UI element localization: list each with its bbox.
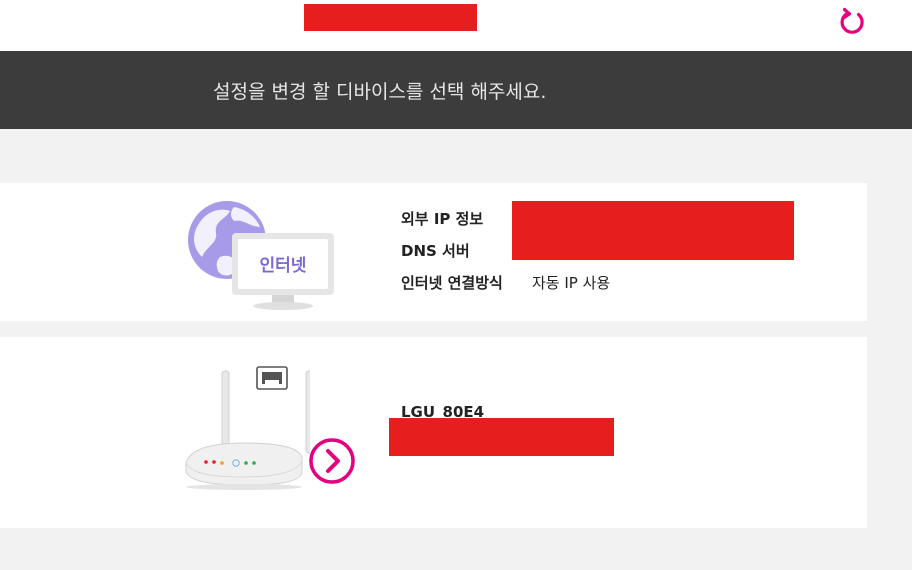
connection-type-value: 자동 IP 사용	[532, 274, 611, 292]
external-ip-row: 외부 IP 정보	[401, 208, 483, 229]
refresh-icon[interactable]	[836, 6, 868, 38]
dns-server-row: DNS 서버	[401, 240, 470, 261]
external-ip-label: 외부 IP 정보	[401, 210, 484, 228]
chevron-right-circle-icon[interactable]	[308, 437, 356, 485]
connection-type-row: 인터넷 연결방식 자동 IP 사용	[401, 272, 610, 293]
redacted-ip-dns	[512, 201, 794, 260]
redacted-title	[304, 4, 477, 31]
instruction-banner: 설정을 변경 할 디바이스를 선택 해주세요.	[0, 51, 912, 129]
banner-message: 설정을 변경 할 디바이스를 선택 해주세요.	[213, 81, 547, 103]
redacted-device-info	[389, 418, 614, 456]
internet-icon-label: 인터넷	[260, 256, 307, 276]
router-icon	[180, 365, 314, 494]
dns-server-label: DNS 서버	[401, 242, 470, 260]
router-card[interactable]: LGU_80E4	[0, 337, 867, 528]
internet-icon: 인터넷	[186, 199, 336, 315]
top-bar	[0, 0, 912, 51]
connection-type-label: 인터넷 연결방식	[401, 274, 503, 292]
internet-card: 인터넷 외부 IP 정보 DNS 서버 인터넷 연결방식 자동 IP 사용	[0, 183, 867, 321]
